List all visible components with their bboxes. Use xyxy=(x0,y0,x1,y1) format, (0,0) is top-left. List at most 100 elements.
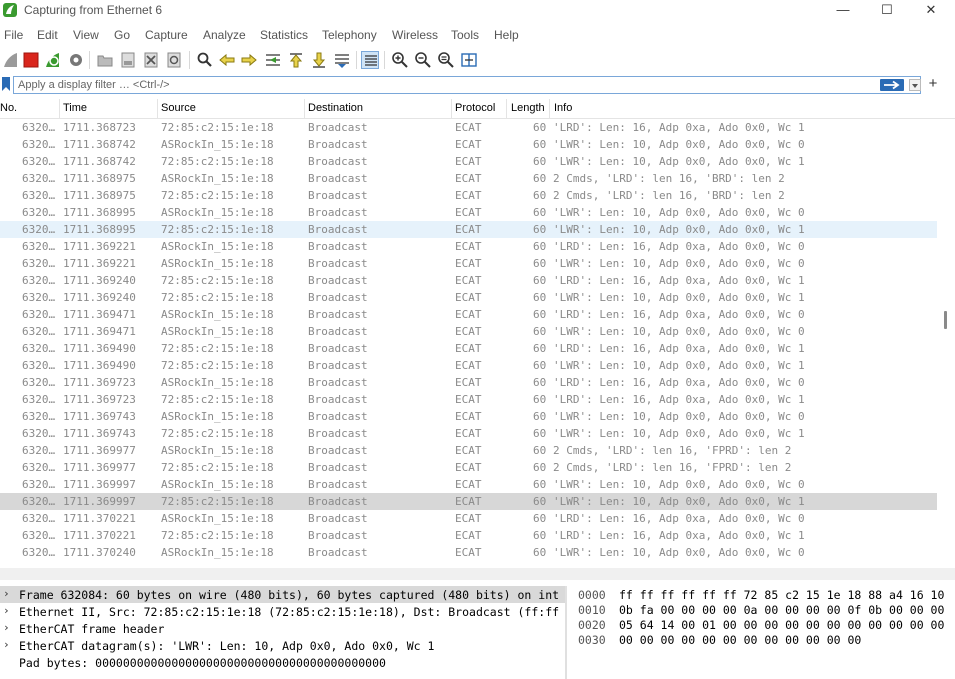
packet-row[interactable]: 6320… 1711.370221 72:85:c2:15:1e:18 Broadca… xyxy=(0,527,937,544)
find-packet-icon[interactable] xyxy=(196,51,214,69)
chevron-right-icon[interactable]: › xyxy=(3,638,13,651)
open-file-icon[interactable] xyxy=(96,51,114,69)
filter-bookmark-icon[interactable] xyxy=(2,77,10,91)
zoom-out-icon[interactable] xyxy=(414,51,432,69)
packet-time: 1711.369221 xyxy=(63,257,136,270)
packet-row[interactable]: 6320… 1711.369977 ASRockIn_15:1e:18 Broadca… xyxy=(0,442,937,459)
packet-row[interactable]: 6320… 1711.369240 72:85:c2:15:1e:18 Broadca… xyxy=(0,289,937,306)
packet-row[interactable]: 6320… 1711.369221 ASRockIn_15:1e:18 Broadca… xyxy=(0,255,937,272)
zoom-in-icon[interactable] xyxy=(391,51,409,69)
column-length[interactable]: Length xyxy=(511,102,545,114)
detail-tree-item[interactable]: Pad bytes: 00000000000000000000000000000… xyxy=(0,654,565,671)
packet-row[interactable]: 6320… 1711.369743 ASRockIn_15:1e:18 Broadca… xyxy=(0,408,937,425)
column-time[interactable]: Time xyxy=(63,102,87,114)
go-forward-icon[interactable] xyxy=(240,51,258,69)
hex-row[interactable]: 0030 00 00 00 00 00 00 00 00 00 00 00 00 xyxy=(568,631,955,647)
maximize-button[interactable]: ☐ xyxy=(865,0,909,22)
column-info[interactable]: Info xyxy=(554,102,572,114)
chevron-right-icon[interactable]: › xyxy=(3,604,13,617)
stop-capture-icon[interactable] xyxy=(22,51,40,69)
packet-row[interactable]: 6320… 1711.368742 72:85:c2:15:1e:18 Broadca… xyxy=(0,153,937,170)
column-destination[interactable]: Destination xyxy=(308,102,363,114)
detail-tree-item[interactable]: › EtherCAT datagram(s): 'LWR': Len: 10, A… xyxy=(0,637,565,654)
packet-list-scrollbar[interactable] xyxy=(938,119,955,568)
packet-no: 6320… xyxy=(22,206,56,219)
packet-row[interactable]: 6320… 1711.369240 72:85:c2:15:1e:18 Broadca… xyxy=(0,272,937,289)
close-button[interactable]: ✕ xyxy=(909,0,953,22)
packet-row[interactable]: 6320… 1711.368975 ASRockIn_15:1e:18 Broadca… xyxy=(0,170,937,187)
packet-row[interactable]: 6320… 1711.369490 72:85:c2:15:1e:18 Broadca… xyxy=(0,340,937,357)
packet-row[interactable]: 6320… 1711.369723 72:85:c2:15:1e:18 Broadca… xyxy=(0,391,937,408)
packet-no: 6320… xyxy=(22,478,56,491)
packet-row[interactable]: 6320… 1711.369723 ASRockIn_15:1e:18 Broadca… xyxy=(0,374,937,391)
packet-row[interactable]: 6320… 1711.369221 ASRockIn_15:1e:18 Broadca… xyxy=(0,238,937,255)
autoscroll-icon[interactable] xyxy=(333,51,351,69)
menu-statistics[interactable]: Statistics xyxy=(260,28,308,42)
packet-protocol: ECAT xyxy=(455,512,482,525)
packet-info: 'LWR': Len: 10, Adp 0x0, Ado 0x0, Wc 0 xyxy=(553,478,805,491)
packet-row[interactable]: 6320… 1711.369743 72:85:c2:15:1e:18 Broadca… xyxy=(0,425,937,442)
packet-row[interactable]: 6320… 1711.369997 72:85:c2:15:1e:18 Broadca… xyxy=(0,493,937,510)
menu-edit[interactable]: Edit xyxy=(37,28,58,42)
packet-row[interactable]: 6320… 1711.369471 ASRockIn_15:1e:18 Broadca… xyxy=(0,306,937,323)
column-source[interactable]: Source xyxy=(161,102,196,114)
column-protocol[interactable]: Protocol xyxy=(455,102,495,114)
go-last-icon[interactable] xyxy=(310,51,328,69)
minimize-button[interactable]: — xyxy=(821,0,865,22)
restart-capture-icon[interactable] xyxy=(44,51,62,69)
chevron-right-icon[interactable]: › xyxy=(3,587,13,600)
save-file-icon[interactable] xyxy=(119,51,137,69)
go-first-icon[interactable] xyxy=(287,51,305,69)
packet-source: ASRockIn_15:1e:18 xyxy=(161,308,274,321)
packet-no: 6320… xyxy=(22,512,56,525)
packet-row[interactable]: 6320… 1711.370240 ASRockIn_15:1e:18 Broadca… xyxy=(0,544,937,561)
menu-file[interactable]: File xyxy=(4,28,23,42)
menu-help[interactable]: Help xyxy=(494,28,519,42)
capture-options-icon[interactable] xyxy=(67,51,85,69)
menu-telephony[interactable]: Telephony xyxy=(322,28,377,42)
column-no[interactable]: No. xyxy=(0,102,17,114)
apply-filter-button[interactable] xyxy=(880,79,904,91)
scrollbar-thumb[interactable] xyxy=(944,311,947,329)
shark-fin-start-icon[interactable] xyxy=(2,51,20,69)
packet-row[interactable]: 6320… 1711.368742 ASRockIn_15:1e:18 Broadca… xyxy=(0,136,937,153)
menu-view[interactable]: View xyxy=(73,28,99,42)
hex-row[interactable]: 0010 0b fa 00 00 00 00 0a 00 00 00 00 0f … xyxy=(568,601,955,617)
packet-time: 1711.368723 xyxy=(63,121,136,134)
colorize-icon[interactable] xyxy=(361,51,379,69)
display-filter-input-frame xyxy=(13,76,921,94)
display-filter-input[interactable] xyxy=(18,78,858,92)
packet-row[interactable]: 6320… 1711.369490 72:85:c2:15:1e:18 Broadca… xyxy=(0,357,937,374)
zoom-normal-icon[interactable] xyxy=(437,51,455,69)
close-file-icon[interactable] xyxy=(142,51,160,69)
hex-row[interactable]: 0000 ff ff ff ff ff ff 72 85 c2 15 1e 18 … xyxy=(568,586,955,602)
go-back-icon[interactable] xyxy=(218,51,236,69)
hex-row[interactable]: 0020 05 64 14 00 01 00 00 00 00 00 00 00 … xyxy=(568,616,955,632)
filter-history-dropdown[interactable] xyxy=(909,79,921,91)
pane-splitter[interactable] xyxy=(0,568,955,580)
detail-tree-item[interactable]: › Ethernet II, Src: 72:85:c2:15:1e:18 (72… xyxy=(0,603,565,620)
details-bytes-splitter[interactable] xyxy=(565,586,567,679)
packet-protocol: ECAT xyxy=(455,172,482,185)
chevron-right-icon[interactable]: › xyxy=(3,621,13,634)
detail-tree-item[interactable]: › EtherCAT frame header xyxy=(0,620,565,637)
packet-row[interactable]: 6320… 1711.368723 72:85:c2:15:1e:18 Broadca… xyxy=(0,119,937,136)
packet-row[interactable]: 6320… 1711.369997 ASRockIn_15:1e:18 Broadca… xyxy=(0,476,937,493)
packet-row[interactable]: 6320… 1711.370221 ASRockIn_15:1e:18 Broadca… xyxy=(0,510,937,527)
menu-capture[interactable]: Capture xyxy=(145,28,188,42)
resize-columns-icon[interactable] xyxy=(460,51,478,69)
packet-row[interactable]: 6320… 1711.369471 ASRockIn_15:1e:18 Broadca… xyxy=(0,323,937,340)
packet-row[interactable]: 6320… 1711.368995 72:85:c2:15:1e:18 Broadca… xyxy=(0,221,937,238)
menu-analyze[interactable]: Analyze xyxy=(203,28,246,42)
menu-tools[interactable]: Tools xyxy=(451,28,479,42)
add-filter-button[interactable]: + xyxy=(926,76,940,94)
go-to-packet-icon[interactable] xyxy=(264,51,282,69)
menu-wireless[interactable]: Wireless xyxy=(392,28,438,42)
menu-go[interactable]: Go xyxy=(114,28,130,42)
packet-row[interactable]: 6320… 1711.368995 ASRockIn_15:1e:18 Broadca… xyxy=(0,204,937,221)
packet-row[interactable]: 6320… 1711.369977 72:85:c2:15:1e:18 Broadca… xyxy=(0,459,937,476)
detail-tree-item[interactable]: › Frame 632084: 60 bytes on wire (480 bit… xyxy=(0,586,565,603)
packet-row[interactable]: 6320… 1711.368975 72:85:c2:15:1e:18 Broadca… xyxy=(0,187,937,204)
reload-file-icon[interactable] xyxy=(165,51,183,69)
packet-time: 1711.369240 xyxy=(63,274,136,287)
